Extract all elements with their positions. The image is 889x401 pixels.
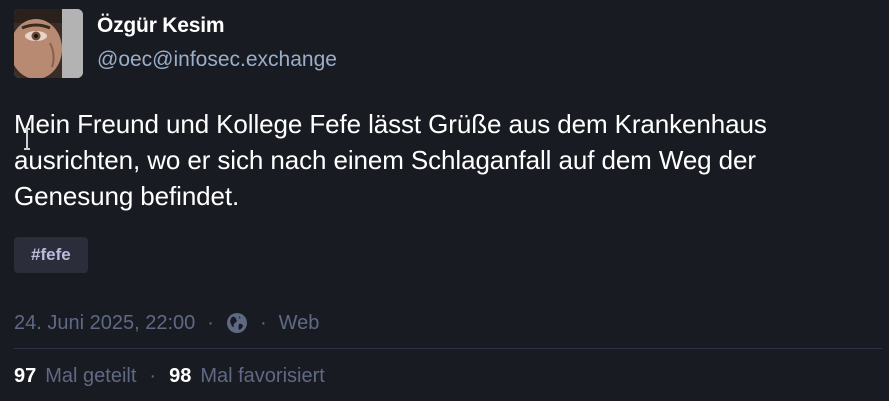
favourites-label: Mal favorisiert: [200, 364, 325, 387]
display-name[interactable]: Özgür Kesim: [97, 13, 337, 39]
favourites-count: 98: [169, 364, 192, 387]
reblogs-link[interactable]: 97 Mal geteilt: [14, 365, 136, 388]
application-name: Web: [278, 311, 320, 334]
stats-separator: ·: [149, 364, 157, 387]
reblogs-label: Mal geteilt: [45, 364, 137, 387]
avatar[interactable]: [14, 9, 83, 78]
reblogs-count: 97: [14, 364, 37, 387]
divider: [14, 348, 882, 349]
meta-separator: ·: [207, 311, 214, 334]
favourites-link[interactable]: 98 Mal favorisiert: [169, 365, 325, 388]
account-handle[interactable]: @oec@infosec.exchange: [97, 47, 337, 73]
author-info: Özgür Kesim @oec@infosec.exchange: [97, 13, 337, 73]
avatar-photo: [14, 9, 83, 78]
timestamp-link[interactable]: 24. Juni 2025, 22:00: [14, 312, 195, 335]
status-stats: 97 Mal geteilt · 98 Mal favorisiert: [14, 362, 325, 390]
status-meta: 24. Juni 2025, 22:00 · · Web: [14, 310, 319, 336]
meta-separator-2: ·: [259, 311, 267, 334]
status-content: Mein Freund und Kollege Fefe lässt Grüße…: [14, 109, 767, 211]
globe-icon: [226, 312, 248, 334]
status-detail: Özgür Kesim @oec@infosec.exchange Mein F…: [0, 0, 889, 401]
hashtag-link[interactable]: #fefe: [14, 237, 88, 273]
text-cursor-icon: [24, 128, 30, 150]
